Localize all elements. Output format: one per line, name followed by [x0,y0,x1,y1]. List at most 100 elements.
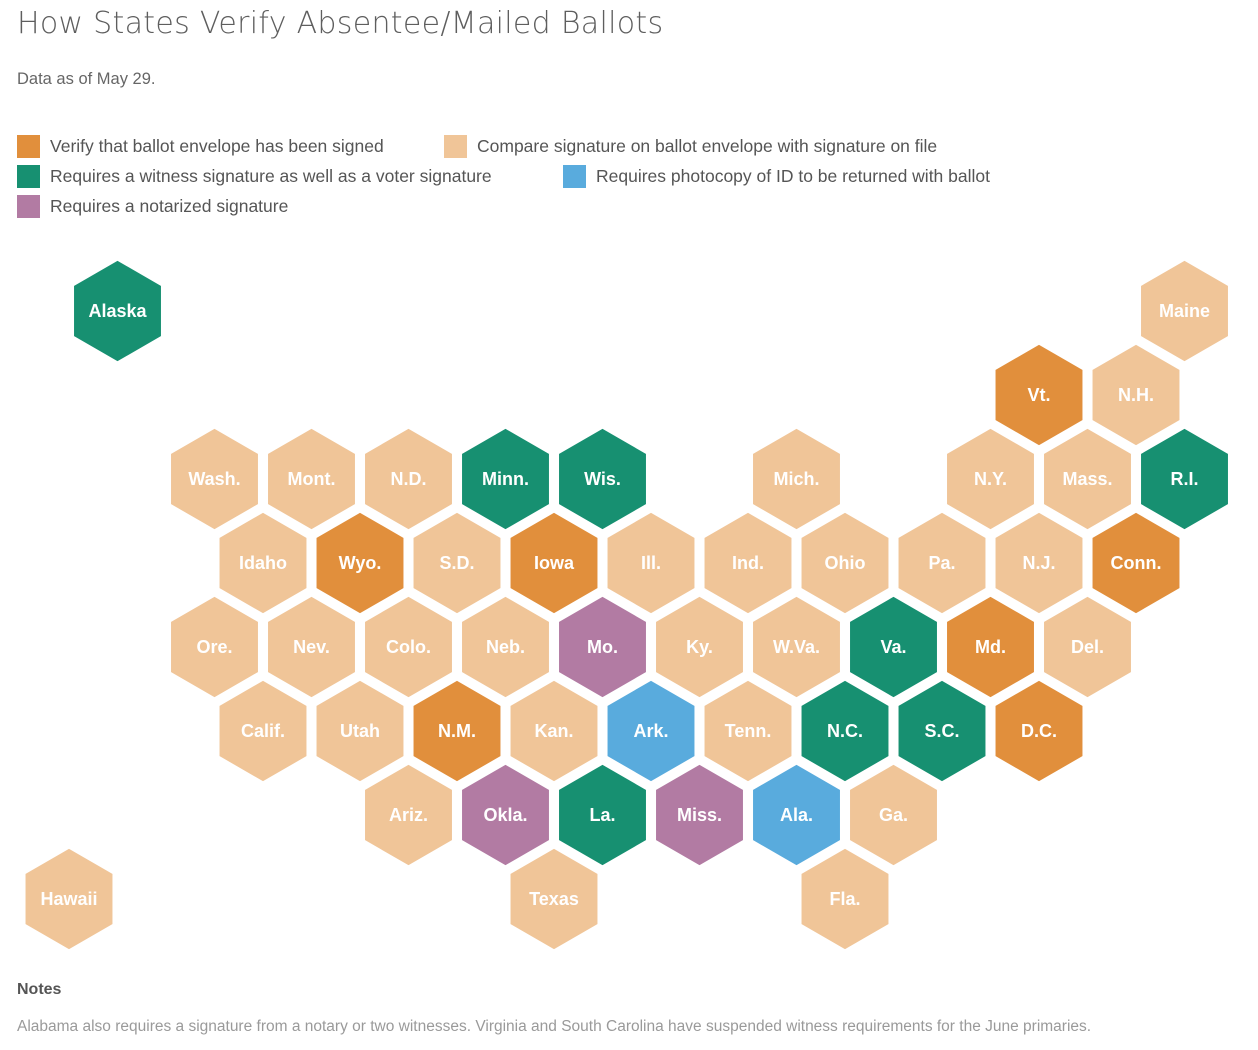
state-label: Minn. [482,469,529,489]
state-label: Ala. [780,805,813,825]
legend-item-notary: Requires a notarized signature [17,195,288,218]
state-hex-miss: Miss. [652,760,747,870]
state-hex-minn: Minn. [458,424,553,534]
state-hex-conn: Conn. [1088,508,1184,618]
state-label: Texas [529,889,579,909]
page-title: How States Verify Absentee/Mailed Ballot… [17,6,664,41]
state-hex-s-c: S.C. [894,676,990,786]
state-hex-md: Md. [943,592,1038,702]
state-label: Del. [1071,637,1104,657]
state-label: Utah [340,721,380,741]
state-hex-del: Del. [1040,592,1135,702]
state-hex-ore: Ore. [167,592,262,702]
state-label: Maine [1159,301,1210,321]
legend-swatch-signed [17,135,40,158]
state-hex-n-c: N.C. [797,676,893,786]
state-hex-wis: Wis. [555,424,650,534]
state-hex-wyo: Wyo. [312,508,408,618]
state-label: Hawaii [40,889,97,909]
notes-heading: Notes [17,981,62,998]
state-label: Ga. [879,805,908,825]
state-label: La. [589,805,615,825]
state-label: Ohio [825,553,866,573]
state-label: R.I. [1170,469,1198,489]
state-hex-mass: Mass. [1040,424,1135,534]
state-hex-colo: Colo. [361,592,456,702]
state-label: D.C. [1021,721,1057,741]
hex-tile-map: Alaska Maine Vt. N.H. Wash. Mont. N.D. Minn. Wis… [21,256,1232,954]
notes-text: Alabama also requires a signature from a… [17,1018,1092,1035]
legend-swatch-photo-id [563,165,586,188]
legend-item-signed: Verify that ballot envelope has been sig… [17,135,384,158]
legend-label-notary: Requires a notarized signature [50,196,289,216]
state-label: Wyo. [339,553,382,573]
state-label: Mont. [288,469,336,489]
state-hex-r-i: R.I. [1137,424,1232,534]
state-label: N.H. [1118,385,1154,405]
state-label: S.D. [439,553,474,573]
state-label: N.J. [1022,553,1055,573]
state-hex-d-c: D.C. [991,676,1087,786]
state-hex-hawaii: Hawaii [21,844,117,954]
state-hex-pa: Pa. [894,508,990,618]
state-hex-kan: Kan. [506,676,602,786]
state-label: Mich. [773,469,819,489]
state-label: S.C. [924,721,959,741]
state-label: Okla. [483,805,527,825]
state-hex-mont: Mont. [264,424,359,534]
state-hex-n-j: N.J. [991,508,1087,618]
state-label: Mass. [1062,469,1112,489]
state-hex-iowa: Iowa [506,508,602,618]
state-label: Pa. [928,553,955,573]
state-hex-s-d: S.D. [409,508,505,618]
state-hex-vt: Vt. [991,340,1087,450]
state-label: Ky. [686,637,713,657]
state-label: Ind. [732,553,764,573]
state-label: N.M. [438,721,476,741]
state-hex-alaska: Alaska [70,256,165,366]
state-hex-n-y: N.Y. [943,424,1038,534]
state-label: Nev. [293,637,330,657]
legend-swatch-notary [17,195,40,218]
legend-swatch-compare [444,135,467,158]
state-label: Tenn. [725,721,772,741]
state-hex-tenn: Tenn. [700,676,796,786]
state-hex-ala: Ala. [749,760,844,870]
state-hex-mo: Mo. [555,592,650,702]
state-hex-fla: Fla. [797,844,893,954]
state-hex-idaho: Idaho [215,508,311,618]
state-hex-ark: Ark. [603,676,699,786]
state-hex-nev: Nev. [264,592,359,702]
state-hex-mich: Mich. [749,424,844,534]
state-label: N.C. [827,721,863,741]
state-label: Conn. [1111,553,1162,573]
state-label: Ariz. [389,805,428,825]
legend-label-signed: Verify that ballot envelope has been sig… [50,136,384,156]
state-hex-neb: Neb. [458,592,553,702]
state-hex-ky: Ky. [652,592,747,702]
state-label: Wash. [188,469,240,489]
state-label: Vt. [1027,385,1050,405]
legend-swatch-witness [17,165,40,188]
data-date-note: Data as of May 29. [17,70,156,88]
state-label: Calif. [241,721,285,741]
state-hex-n-m: N.M. [409,676,505,786]
state-hex-ariz: Ariz. [361,760,456,870]
state-hex-ill: Ill. [603,508,699,618]
state-label: Idaho [239,553,287,573]
state-label: Miss. [677,805,722,825]
state-label: Va. [880,637,906,657]
state-label: Ore. [196,637,232,657]
legend-item-witness: Requires a witness signature as well as … [17,165,492,188]
state-label: N.Y. [974,469,1007,489]
state-hex-utah: Utah [312,676,408,786]
state-label: Neb. [486,637,525,657]
state-label: Kan. [534,721,573,741]
state-label: Mo. [587,637,618,657]
state-label: Ill. [641,553,661,573]
state-label: Colo. [386,637,431,657]
state-label: N.D. [391,469,427,489]
state-hex-n-d: N.D. [361,424,456,534]
state-hex-la: La. [555,760,650,870]
state-hex-wash: Wash. [167,424,262,534]
